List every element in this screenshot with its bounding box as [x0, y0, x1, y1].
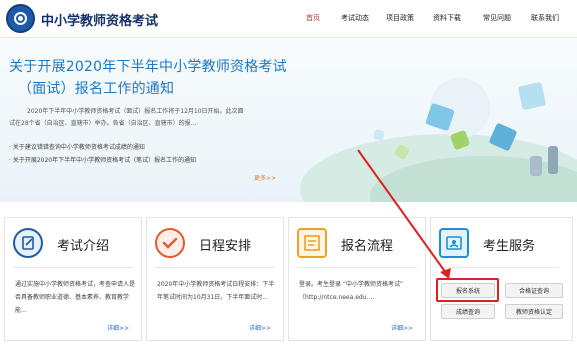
card-description: 通过实施中小学教师资格考试，考查申请人是否具备教师职业道德、基本素养、教育教学能…: [15, 281, 136, 314]
card-divider: [13, 267, 133, 268]
banner-news-link-2[interactable]: · 关于开展2020年下半年中小学教师资格考试（笔试）报名工作的通知: [9, 155, 196, 164]
banner-summary: 2020年下半年中小学教师资格考试（面试）报名工作将于12月10日开始。此次面 …: [9, 106, 301, 130]
card-divider: [155, 267, 275, 268]
site-header: 中小学教师资格考试 首页 考试动态 项目政策 资料下载 常见问题 联系我们: [0, 0, 577, 38]
score-query-button[interactable]: 成绩查询: [441, 304, 495, 319]
nav-faq[interactable]: 常见问题: [483, 13, 511, 23]
card-title[interactable]: 日程安排: [199, 235, 251, 254]
banner-news-link-2-text[interactable]: 关于开展2020年下半年中小学教师资格考试（笔试）报名工作的通知: [13, 157, 196, 164]
highlight-box: [436, 278, 499, 302]
site-title[interactable]: 中小学教师资格考试: [41, 10, 158, 29]
card-description: 登录。考生登录 “中小学教师资格考试” （http://ntce.neea.ed…: [299, 281, 404, 301]
card-more-link[interactable]: 详细>>: [391, 323, 413, 332]
banner-building-decoration: [530, 156, 542, 176]
card-description: 2020年中小学教师资格考试日程安排：下半年笔试时间为10月31日，下半年面试时…: [157, 281, 275, 301]
document-edit-icon: [13, 228, 43, 258]
card-more-link[interactable]: 详细>>: [249, 323, 271, 332]
banner-summary-line2: 试在28个省（自治区、直辖市）举办。各省（自治区、直辖市）的报...: [9, 120, 197, 127]
banner-news-link-1[interactable]: · 关于建议错错查询中小学教师资格考试成绩的通知: [9, 142, 145, 151]
card-divider: [297, 267, 417, 268]
teacher-qualification-button[interactable]: 教师资格认定: [505, 304, 563, 319]
certificate-query-button[interactable]: 合格证查询: [505, 283, 563, 298]
banner-cube-decoration: [517, 81, 547, 111]
banner-building-decoration: [548, 146, 558, 174]
banner-more-link[interactable]: 更多>>: [254, 173, 276, 182]
banner-cube-decoration: [373, 129, 385, 141]
banner-headline-line2[interactable]: （面试）报名工作的通知: [18, 78, 174, 98]
nav-downloads[interactable]: 资料下载: [433, 13, 461, 23]
card-registration-process: 报名流程 登录。考生登录 “中小学教师资格考试” （http://ntce.ne…: [288, 217, 426, 341]
nav-policy[interactable]: 项目政策: [386, 13, 414, 23]
checkmark-icon: [155, 228, 185, 258]
nav-contact[interactable]: 联系我们: [531, 13, 559, 23]
form-icon: [297, 228, 327, 258]
logo-dot: [18, 16, 23, 21]
news-banner: 关于开展2020年下半年中小学教师资格考试 （面试）报名工作的通知 2020年下…: [0, 38, 577, 202]
card-exam-intro: 考试介绍 通过实施中小学教师资格考试，考查申请人是否具备教师职业道德、基本素养、…: [4, 217, 142, 341]
banner-summary-line1: 2020年下半年中小学教师资格考试（面试）报名工作将于12月10日开始。此次面: [27, 108, 244, 115]
card-schedule: 日程安排 2020年中小学教师资格考试日程安排：下半年笔试时间为10月31日，下…: [146, 217, 284, 341]
card-title[interactable]: 报名流程: [341, 235, 393, 254]
card-divider: [439, 267, 559, 268]
card-more-link[interactable]: 详细>>: [107, 323, 129, 332]
nav-home[interactable]: 首页: [306, 13, 320, 23]
nav-exam-news[interactable]: 考试动态: [341, 13, 369, 23]
banner-news-link-1-text[interactable]: 关于建议错错查询中小学教师资格考试成绩的通知: [13, 144, 145, 151]
site-logo-icon[interactable]: [6, 4, 35, 33]
banner-headline-line1[interactable]: 关于开展2020年下半年中小学教师资格考试: [9, 56, 287, 76]
id-card-icon: [439, 228, 469, 258]
card-title[interactable]: 考试介绍: [57, 235, 109, 254]
card-title[interactable]: 考生服务: [483, 235, 535, 254]
